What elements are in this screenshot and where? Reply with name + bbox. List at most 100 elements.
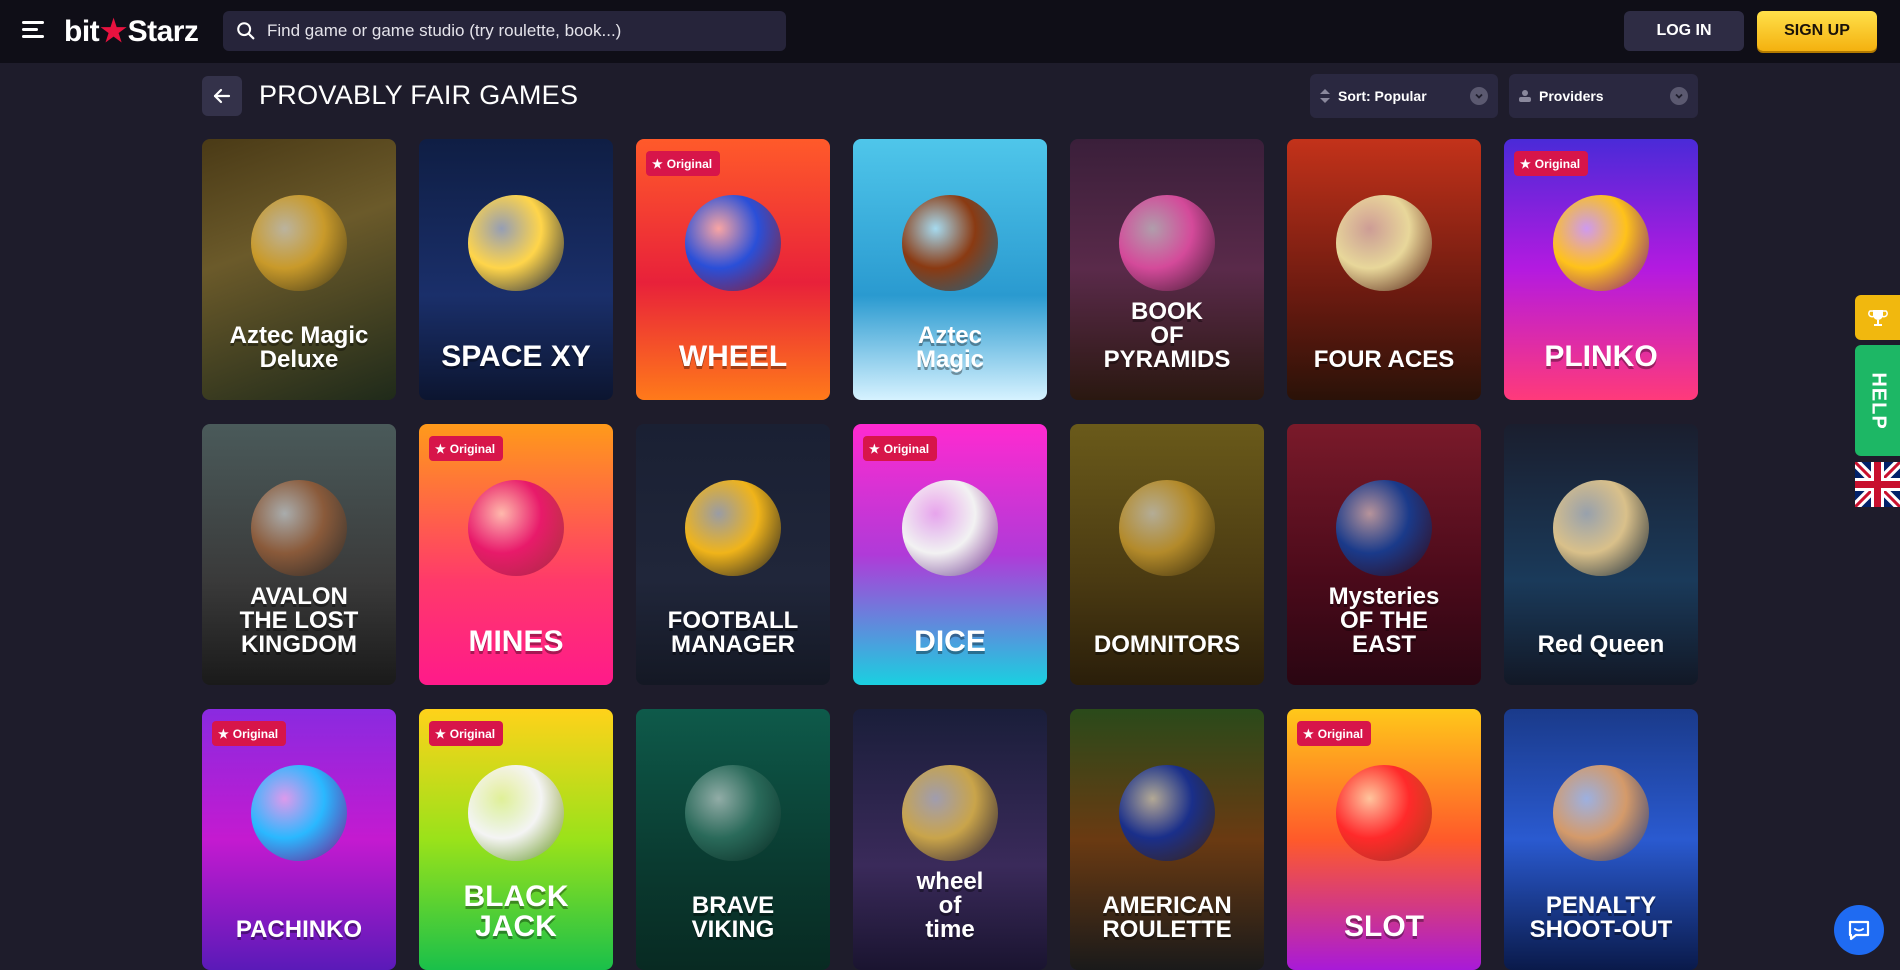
sort-dropdown[interactable]: Sort: Popular <box>1310 74 1498 118</box>
game-card[interactable]: ★ Original PLINKO <box>1504 139 1698 400</box>
game-artwork <box>902 765 998 862</box>
star-icon: ★ <box>652 156 663 171</box>
original-badge-label: Original <box>883 441 930 456</box>
game-title: AMERICAN ROULETTE <box>1102 892 1232 943</box>
game-artwork <box>1336 480 1432 577</box>
game-artwork <box>468 195 564 292</box>
game-artwork <box>1553 195 1649 292</box>
hamburger-menu-icon[interactable] <box>22 21 44 41</box>
chevron-down-icon <box>1470 87 1488 105</box>
game-card[interactable]: Red Queen <box>1504 424 1698 685</box>
original-badge: ★ Original <box>646 151 721 176</box>
search-bar[interactable] <box>223 11 786 51</box>
original-badge: ★ Original <box>429 436 504 461</box>
game-artwork <box>1336 195 1432 292</box>
game-artwork <box>1119 480 1215 577</box>
page-title: PROVABLY FAIR GAMES <box>259 80 579 110</box>
logo-text-right: Starz <box>127 14 199 48</box>
original-badge: ★ Original <box>863 436 938 461</box>
game-card[interactable]: ★ Original DICE <box>853 424 1047 685</box>
game-title: WHEEL <box>678 340 788 373</box>
game-artwork <box>1119 765 1215 862</box>
original-badge: ★ Original <box>1297 721 1372 746</box>
game-title: Mysteries OF THE EAST <box>1328 583 1440 658</box>
game-card[interactable]: ★ Original SLOT <box>1287 709 1481 970</box>
sort-icon <box>1320 89 1330 103</box>
game-card[interactable]: PENALTY SHOOT-OUT <box>1504 709 1698 970</box>
game-artwork <box>685 195 781 292</box>
star-icon: ★ <box>218 726 229 741</box>
game-artwork <box>1553 765 1649 862</box>
game-artwork <box>902 195 998 292</box>
game-title: BLACK JACK <box>463 880 569 943</box>
game-artwork <box>1553 480 1649 577</box>
game-artwork <box>251 480 347 577</box>
providers-label: Providers <box>1539 88 1604 104</box>
game-title: DICE <box>914 625 986 658</box>
game-title: BOOK OF PYRAMIDS <box>1103 298 1231 373</box>
star-icon: ★ <box>1520 156 1531 171</box>
signup-button[interactable]: SIGN UP <box>1757 11 1877 51</box>
game-title: Red Queen <box>1537 631 1665 658</box>
help-button[interactable]: HELP <box>1855 345 1900 456</box>
game-title: SPACE XY <box>441 340 591 373</box>
game-title: SLOT <box>1344 910 1424 943</box>
game-title: DOMNITORS <box>1093 631 1241 658</box>
game-card[interactable]: Mysteries OF THE EAST <box>1287 424 1481 685</box>
trophy-icon[interactable] <box>1855 295 1900 340</box>
providers-icon <box>1519 90 1531 102</box>
game-artwork <box>902 480 998 577</box>
chat-icon[interactable] <box>1834 905 1884 955</box>
help-label: HELP <box>1867 371 1889 430</box>
game-card[interactable]: FOOTBALL MANAGER <box>636 424 830 685</box>
game-artwork <box>1119 195 1215 292</box>
logo-text-left: bit <box>64 14 100 48</box>
game-card[interactable]: BRAVE VIKING <box>636 709 830 970</box>
star-icon: ★ <box>435 441 446 456</box>
original-badge-label: Original <box>449 726 496 741</box>
original-badge-label: Original <box>1534 156 1581 171</box>
game-card[interactable]: BOOK OF PYRAMIDS <box>1070 139 1264 400</box>
game-card[interactable]: ★ Original BLACK JACK <box>419 709 613 970</box>
game-title: Aztec Magic <box>915 322 984 373</box>
game-card[interactable]: wheel of time <box>853 709 1047 970</box>
original-badge-label: Original <box>1317 726 1364 741</box>
games-grid: Aztec Magic Deluxe SPACE XY ★ Original WHEEL… <box>202 139 1698 970</box>
uk-flag-icon[interactable] <box>1855 462 1900 507</box>
original-badge: ★ Original <box>212 721 287 746</box>
providers-dropdown[interactable]: Providers <box>1509 74 1698 118</box>
game-card[interactable]: Aztec Magic <box>853 139 1047 400</box>
game-title: wheel of time <box>916 868 984 943</box>
game-title: Aztec Magic Deluxe <box>229 322 369 373</box>
game-card[interactable]: Aztec Magic Deluxe <box>202 139 396 400</box>
chevron-down-icon <box>1670 87 1688 105</box>
login-button[interactable]: LOG IN <box>1624 11 1744 51</box>
back-button[interactable] <box>202 76 242 116</box>
game-card[interactable]: FOUR ACES <box>1287 139 1481 400</box>
game-title: FOUR ACES <box>1313 346 1455 373</box>
search-input[interactable] <box>265 20 769 42</box>
star-icon: ★ <box>869 441 880 456</box>
star-icon: ★ <box>435 726 446 741</box>
game-artwork <box>468 480 564 577</box>
game-card[interactable]: SPACE XY <box>419 139 613 400</box>
game-card[interactable]: ★ Original PACHINKO <box>202 709 396 970</box>
search-icon <box>237 22 255 40</box>
game-title: PLINKO <box>1544 340 1658 373</box>
top-bar: bit ★ Starz LOG IN SIGN UP <box>0 0 1900 63</box>
star-icon: ★ <box>1303 726 1314 741</box>
game-artwork <box>251 195 347 292</box>
game-card[interactable]: DOMNITORS <box>1070 424 1264 685</box>
game-card[interactable]: ★ Original WHEEL <box>636 139 830 400</box>
original-badge-label: Original <box>449 441 496 456</box>
original-badge: ★ Original <box>429 721 504 746</box>
game-title: PACHINKO <box>235 916 363 943</box>
original-badge: ★ Original <box>1514 151 1589 176</box>
game-title: BRAVE VIKING <box>691 892 775 943</box>
game-card[interactable]: AMERICAN ROULETTE <box>1070 709 1264 970</box>
game-card[interactable]: AVALON THE LOST KINGDOM <box>202 424 396 685</box>
logo[interactable]: bit ★ Starz <box>64 14 199 49</box>
arrow-left-icon <box>213 88 231 104</box>
game-card[interactable]: ★ Original MINES <box>419 424 613 685</box>
game-artwork <box>685 480 781 577</box>
